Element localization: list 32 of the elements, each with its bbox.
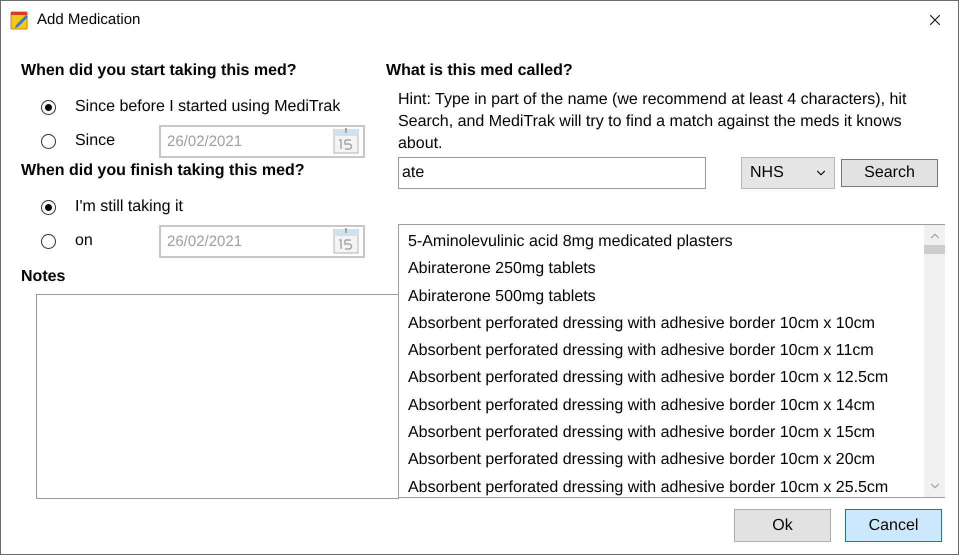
result-item[interactable]: Absorbent perforated dressing with adhesive border 10cm x 20cm xyxy=(399,446,924,474)
dialog-button[interactable]: Ok xyxy=(734,509,831,542)
result-item[interactable]: Abiraterone 250mg tablets xyxy=(399,255,924,283)
result-item[interactable]: Absorbent perforated dressing with adhesive border 10cm x 25.5cm xyxy=(399,474,924,497)
search-button[interactable]: Search xyxy=(841,159,938,187)
radio-button[interactable] xyxy=(41,200,56,214)
result-item[interactable]: Absorbent perforated dressing with adhesive border 10cm x 11cm xyxy=(399,337,924,364)
scroll-bar[interactable] xyxy=(924,225,945,497)
hint-text: Hint: Type in part of the name (we recommend at least 4 characters), hit Search, and MediTrak will try to find a match against the meds it knows about. xyxy=(398,90,908,154)
dialog-button[interactable]: Cancel xyxy=(845,509,942,542)
source-dropdown[interactable]: NHS xyxy=(741,157,835,189)
radio-button[interactable] xyxy=(41,100,56,114)
result-item[interactable]: Abiraterone 500mg tablets xyxy=(399,282,924,310)
result-item[interactable]: Absorbent perforated dressing with adhesive border 10cm x 12.5cm xyxy=(399,364,924,392)
result-item[interactable]: Absorbent perforated dressing with adhesive border 10cm x 14cm xyxy=(399,392,924,420)
result-item[interactable]: Absorbent perforated dressing with adhesive border 10cm x 10cm xyxy=(399,310,924,338)
search-field[interactable]: ate xyxy=(398,157,706,189)
radio-label: on xyxy=(75,232,93,250)
section-heading: What is this med called? xyxy=(386,61,574,81)
section-heading: When did you finish taking this med? xyxy=(21,161,306,181)
result-item[interactable]: 5-Aminolevulinic acid 8mg medicated plasters xyxy=(399,228,924,256)
radio-label: Since xyxy=(75,132,116,150)
radio-label: I'm still taking it xyxy=(75,198,183,216)
notes-label: Notes xyxy=(21,267,66,287)
radio-button[interactable] xyxy=(41,134,56,148)
notepad-pencil-icon xyxy=(10,10,30,30)
radio-button[interactable] xyxy=(41,234,56,248)
window-title: Add Medication xyxy=(37,11,142,28)
notes-field[interactable] xyxy=(36,294,399,499)
result-item[interactable]: Absorbent perforated dressing with adhesive border 10cm x 15cm xyxy=(399,419,924,446)
scroll-thumb[interactable] xyxy=(924,245,945,254)
radio-label: Since before I started using MediTrak xyxy=(75,98,340,116)
